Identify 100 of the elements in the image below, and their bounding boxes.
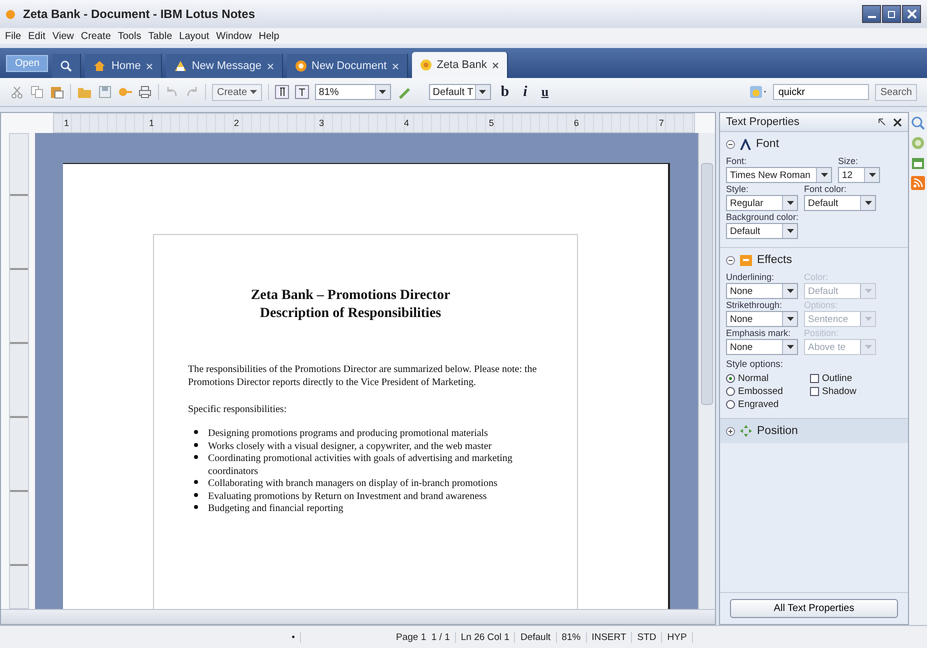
menu-item[interactable]: Edit — [28, 30, 46, 42]
menu-item[interactable]: Help — [258, 30, 280, 42]
bullet-icon — [194, 442, 198, 447]
letter-icon — [740, 138, 751, 150]
search-icon[interactable] — [911, 116, 925, 130]
option-label: Engraved — [738, 399, 779, 410]
printer-icon[interactable] — [138, 85, 152, 99]
minimize-button[interactable] — [862, 5, 881, 23]
ruler-number: 4 — [404, 118, 409, 128]
feed-icon[interactable] — [911, 176, 925, 190]
restore-button[interactable] — [882, 5, 901, 23]
bullet-item: Budgeting and financial reporting — [208, 503, 344, 516]
bullet-icon — [194, 455, 198, 460]
app-logo-icon — [6, 10, 15, 18]
menu-item[interactable]: Tools — [118, 30, 142, 42]
document-title: Zeta Bank – Promotions Director — [250, 287, 452, 305]
expand-icon[interactable] — [726, 426, 735, 436]
ruler-number: 1 — [64, 118, 70, 128]
dropdown[interactable]: None — [726, 283, 798, 299]
resize-icon[interactable] — [877, 117, 887, 127]
status-cell: Default — [515, 632, 557, 642]
menu-item[interactable]: View — [52, 30, 74, 42]
search-button[interactable]: Search — [875, 84, 917, 100]
search-field[interactable]: quickr — [773, 84, 870, 100]
horizontal-scrollbar[interactable] — [1, 609, 715, 624]
dropdown[interactable]: 12 — [838, 167, 880, 183]
bullet-item: Coordinating promotional activities with goals of advertising and marketing coordinators — [208, 453, 514, 478]
list-heading: Specific responsibilities: — [188, 403, 288, 416]
close-button[interactable] — [902, 5, 921, 23]
menu-item[interactable]: Layout — [179, 30, 210, 42]
tab[interactable]: Home — [85, 54, 162, 78]
ruler-number: 6 — [574, 118, 579, 128]
radio-button[interactable] — [726, 387, 735, 396]
format-button[interactable]: b — [496, 84, 514, 100]
checkbox[interactable] — [810, 387, 819, 396]
tab[interactable]: Zeta Bank — [412, 52, 508, 78]
collapse-icon[interactable] — [726, 256, 735, 264]
zoom-dropdown[interactable]: 81% — [314, 84, 391, 100]
format-button[interactable]: u — [537, 84, 553, 100]
close-panel-icon[interactable] — [893, 118, 902, 126]
dropdown[interactable]: Times New Roman — [726, 167, 832, 183]
menu-item[interactable]: Window — [216, 30, 252, 42]
menu-item[interactable]: Create — [80, 30, 111, 42]
tab[interactable]: New Message — [166, 54, 283, 78]
caret-icon — [786, 316, 794, 322]
document-title: Description of Responsibilities — [258, 305, 442, 324]
search-tab[interactable] — [52, 54, 82, 78]
vertical-scrollbar[interactable] — [698, 133, 715, 609]
panel-title: Text Properties — [726, 116, 800, 128]
dropdown[interactable]: None — [726, 339, 798, 355]
ruler-number: 2 — [234, 118, 239, 128]
style-dropdown[interactable]: Default T — [428, 84, 491, 100]
bullet-item: Evaluating promotions by Return on Investment and brand awareness — [208, 490, 487, 504]
ruler-number: 5 — [488, 118, 494, 128]
radio-button[interactable] — [726, 400, 735, 409]
menu-item[interactable]: Table — [148, 30, 172, 42]
close-tab-icon[interactable] — [492, 62, 499, 68]
section-title[interactable]: Effects — [757, 254, 792, 266]
ruler-number: 7 — [658, 118, 664, 128]
field-label: Style: — [726, 184, 750, 194]
bullet-icon — [194, 480, 198, 484]
format-button[interactable]: i — [519, 84, 532, 100]
collapse-icon[interactable] — [726, 140, 735, 148]
scrollbar-thumb[interactable] — [701, 163, 713, 405]
dropdown[interactable]: None — [726, 311, 798, 327]
paragraph-icon[interactable] — [274, 85, 289, 99]
menu-item[interactable]: File — [5, 30, 22, 42]
copy-icon[interactable] — [30, 85, 44, 99]
section-title[interactable]: Font — [756, 138, 780, 150]
radio-button[interactable] — [726, 374, 735, 383]
caret-icon — [379, 90, 386, 94]
field-label: Emphasis mark: — [726, 328, 792, 338]
all-text-properties-button[interactable]: All Text Properties — [730, 599, 898, 618]
option-label: Embossed — [738, 386, 783, 397]
checkbox[interactable] — [810, 374, 819, 383]
text-box-icon[interactable] — [294, 85, 309, 99]
close-icon — [906, 9, 916, 19]
bullet-icon — [194, 492, 198, 497]
pen-icon[interactable] — [396, 85, 411, 99]
bullet-item: Collaborating with branch managers on display of in-branch promotions — [208, 478, 498, 491]
dropdown[interactable]: Default — [804, 195, 876, 211]
bank-circle-icon — [420, 59, 432, 71]
status-cell: HYP — [662, 632, 693, 642]
dropdown[interactable]: Regular — [726, 195, 798, 211]
option-label: Normal — [738, 373, 769, 384]
dropdown[interactable]: Default — [726, 223, 798, 239]
field-label: Font: — [726, 156, 748, 166]
option-label: Outline — [822, 373, 852, 384]
create-button[interactable]: Create — [212, 84, 262, 100]
bullet-icon — [194, 430, 198, 434]
caret-icon — [479, 90, 486, 94]
section-title[interactable]: Position — [757, 425, 798, 437]
calendar-icon[interactable] — [911, 156, 925, 170]
crosshair-icon — [740, 425, 752, 437]
paste-icon[interactable] — [50, 85, 64, 99]
tab[interactable]: New Document — [286, 54, 408, 78]
scissors-icon[interactable] — [10, 85, 24, 99]
search-icon — [60, 60, 72, 72]
house-icon — [93, 60, 106, 72]
style-options-label: Style options: — [726, 359, 784, 370]
